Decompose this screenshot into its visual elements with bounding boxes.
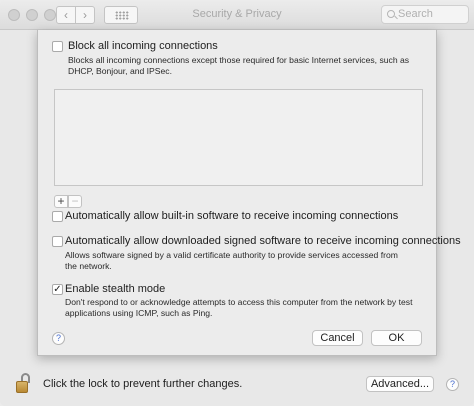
search-icon xyxy=(387,10,395,18)
block-all-description-line2: DHCP, Bonjour, and IPSec. xyxy=(68,66,172,76)
stealth-mode-description-line2: applications using ICMP, such as Ping. xyxy=(65,308,213,318)
block-all-description: Blocks all incoming connections except t… xyxy=(68,55,409,77)
auto-signed-description-line2: the network. xyxy=(65,261,112,271)
stealth-mode-description-line1: Don't respond to or acknowledge attempts… xyxy=(65,297,413,307)
lock-status-text: Click the lock to prevent further change… xyxy=(43,378,243,390)
cancel-button[interactable]: Cancel xyxy=(312,330,363,346)
application-list[interactable] xyxy=(54,89,423,186)
auto-signed-description: Allows software signed by a valid certif… xyxy=(65,250,398,272)
stealth-mode-label: Enable stealth mode xyxy=(65,283,166,295)
block-all-checkbox[interactable] xyxy=(52,41,63,52)
search-input[interactable]: Search xyxy=(381,5,469,24)
title-bar: ‹ › Security & Privacy Search xyxy=(0,0,474,30)
auto-builtin-checkbox[interactable] xyxy=(52,211,63,222)
stealth-mode-checkbox[interactable]: ✓ xyxy=(52,284,63,295)
stealth-mode-description: Don't respond to or acknowledge attempts… xyxy=(65,297,412,319)
remove-app-button[interactable]: − xyxy=(68,195,82,208)
ok-button[interactable]: OK xyxy=(371,330,422,346)
auto-builtin-label: Automatically allow built-in software to… xyxy=(65,210,399,222)
footer-help-icon[interactable]: ? xyxy=(446,378,459,391)
lock-body xyxy=(16,381,28,393)
auto-signed-label: Automatically allow downloaded signed so… xyxy=(65,235,461,247)
advanced-button[interactable]: Advanced... xyxy=(366,376,434,392)
search-placeholder: Search xyxy=(398,8,433,20)
auto-signed-checkbox[interactable] xyxy=(52,236,63,247)
add-app-button[interactable]: + xyxy=(54,195,68,208)
block-all-label: Block all incoming connections xyxy=(68,40,218,52)
lock-icon[interactable] xyxy=(16,373,31,393)
system-preferences-window: ‹ › Security & Privacy Search Block all … xyxy=(0,0,474,406)
help-icon[interactable]: ? xyxy=(52,332,65,345)
auto-signed-description-line1: Allows software signed by a valid certif… xyxy=(65,250,398,260)
block-all-description-line1: Blocks all incoming connections except t… xyxy=(68,55,410,65)
firewall-options-sheet: Block all incoming connections Blocks al… xyxy=(37,30,461,356)
